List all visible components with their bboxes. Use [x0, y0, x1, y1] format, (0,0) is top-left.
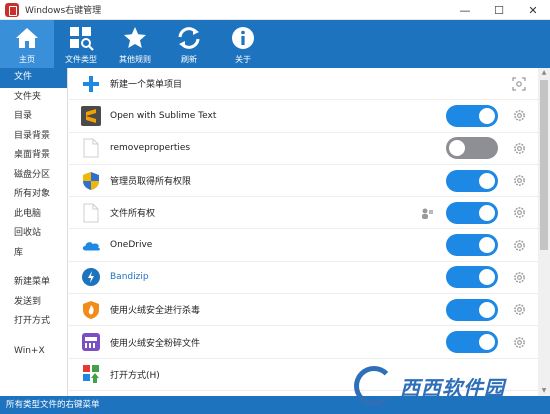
gear-icon[interactable] [512, 335, 526, 349]
enable-toggle[interactable] [446, 266, 498, 289]
enable-toggle[interactable] [446, 234, 498, 257]
blank-file-icon [81, 138, 101, 158]
tool-refresh-label: 刷新 [181, 55, 197, 64]
list-item-label: 打开方式(H) [110, 370, 160, 381]
refresh-icon [178, 27, 200, 49]
sidebar-separator [0, 263, 67, 273]
enable-toggle[interactable] [446, 104, 498, 127]
new-item-label: 新建一个菜单项目 [110, 80, 183, 91]
tool-file-type-label: 文件类型 [65, 55, 97, 64]
home-icon [16, 28, 38, 48]
close-button[interactable]: ✕ [516, 0, 550, 20]
list-item-label: 管理员取得所有权限 [110, 177, 192, 188]
sidebar-item-library[interactable]: 库 [0, 244, 67, 264]
sidebar-item-win-x[interactable]: Win+X [0, 342, 67, 362]
sidebar-item-folder[interactable]: 文件夹 [0, 88, 67, 108]
tool-file-type[interactable]: 文件类型 [54, 20, 108, 68]
scrollbar[interactable]: ▲ ▼ [538, 68, 550, 396]
plus-icon [81, 74, 101, 94]
window-controls: — ☐ ✕ [448, 0, 550, 20]
gear-icon[interactable] [512, 141, 526, 155]
gear-icon[interactable] [512, 109, 526, 123]
onedrive-icon [81, 235, 101, 255]
sidebar-item-open-with[interactable]: 打开方式 [0, 312, 67, 332]
sidebar-item-directory[interactable]: 目录 [0, 107, 67, 127]
list-item[interactable]: 管理员取得所有权限 [69, 165, 538, 198]
scan-icon[interactable] [512, 76, 526, 91]
scroll-thumb[interactable] [540, 80, 548, 250]
list-item[interactable]: 使用火绒安全粉碎文件 [69, 326, 538, 359]
watermark: 西西软件园 [354, 362, 544, 410]
enable-toggle[interactable] [446, 298, 498, 321]
list-item-label: removeproperties [110, 143, 191, 154]
info-icon [232, 27, 254, 49]
sidebar-item-file[interactable]: 文件 [0, 68, 67, 88]
star-icon [124, 27, 146, 48]
sidebar-item-this-pc[interactable]: 此电脑 [0, 205, 67, 225]
list-item-label: 文件所有权 [110, 209, 156, 220]
sidebar-item-drive[interactable]: 磁盘分区 [0, 166, 67, 186]
list-item-label: 使用火绒安全进行杀毒 [110, 306, 201, 317]
enable-toggle[interactable] [446, 169, 498, 192]
minimize-button[interactable]: — [448, 0, 482, 20]
bandizip-icon [81, 267, 101, 287]
app-icon [5, 2, 19, 17]
list-item-label: 使用火绒安全粉碎文件 [110, 338, 201, 349]
blank-file-icon [81, 203, 101, 223]
sidebar-item-recycle-bin[interactable]: 回收站 [0, 224, 67, 244]
tool-refresh[interactable]: 刷新 [162, 20, 216, 68]
new-item-row[interactable]: 新建一个菜单项目 [69, 68, 538, 101]
uac-shield-icon [81, 171, 101, 191]
enable-toggle[interactable] [446, 331, 498, 354]
list-item-label: OneDrive [110, 240, 153, 251]
toolbar: 主页 文件类型 其他规则 刷新 关于 [0, 20, 550, 68]
menu-item-list: 新建一个菜单项目 Open with Sublime Text removepr… [69, 68, 538, 396]
shredder-icon [81, 332, 101, 352]
gear-icon[interactable] [512, 206, 526, 220]
gear-icon[interactable] [512, 174, 526, 188]
tool-other-rules[interactable]: 其他规则 [108, 20, 162, 68]
sidebar-separator [0, 332, 67, 342]
sidebar: 文件 文件夹 目录 目录背景 桌面背景 磁盘分区 所有对象 此电脑 回收站 库 … [0, 68, 68, 396]
list-item[interactable]: Bandizip [69, 262, 538, 295]
tool-home-label: 主页 [19, 55, 35, 64]
enable-toggle[interactable] [446, 137, 498, 160]
gear-icon[interactable] [512, 270, 526, 284]
gear-icon[interactable] [512, 238, 526, 252]
huorong-icon [81, 300, 101, 320]
window-title: Windows右键管理 [25, 6, 102, 16]
list-item[interactable]: 使用火绒安全进行杀毒 [69, 294, 538, 327]
tool-home[interactable]: 主页 [0, 20, 54, 68]
scroll-up-arrow-icon[interactable]: ▲ [538, 68, 550, 78]
sidebar-item-directory-background[interactable]: 目录背景 [0, 127, 67, 147]
sidebar-item-desktop-background[interactable]: 桌面背景 [0, 146, 67, 166]
list-item[interactable]: removeproperties [69, 133, 538, 165]
list-item-label: Bandizip [110, 272, 149, 283]
open-with-icon [81, 364, 101, 384]
watermark-logo-icon [354, 366, 394, 406]
list-item[interactable]: OneDrive [69, 229, 538, 262]
sidebar-item-new-menu[interactable]: 新建菜单 [0, 273, 67, 293]
status-text: 所有类型文件的右键菜单 [6, 400, 100, 410]
gear-icon[interactable] [512, 303, 526, 317]
tool-about[interactable]: 关于 [216, 20, 270, 68]
enable-toggle[interactable] [446, 201, 498, 224]
sidebar-item-send-to[interactable]: 发送到 [0, 293, 67, 313]
file-type-icon [70, 27, 94, 51]
list-item[interactable]: 文件所有权 [69, 197, 538, 230]
sublime-icon [81, 105, 101, 126]
maximize-button[interactable]: ☐ [482, 0, 516, 20]
list-item[interactable]: Open with Sublime Text [69, 100, 538, 133]
users-icon [420, 206, 434, 220]
watermark-text: 西西软件园 [400, 375, 505, 400]
tool-about-label: 关于 [235, 55, 251, 64]
tool-other-rules-label: 其他规则 [119, 55, 151, 64]
list-item-label: Open with Sublime Text [110, 110, 217, 121]
sidebar-item-all-objects[interactable]: 所有对象 [0, 185, 67, 205]
title-bar: Windows右键管理 — ☐ ✕ [0, 0, 550, 20]
